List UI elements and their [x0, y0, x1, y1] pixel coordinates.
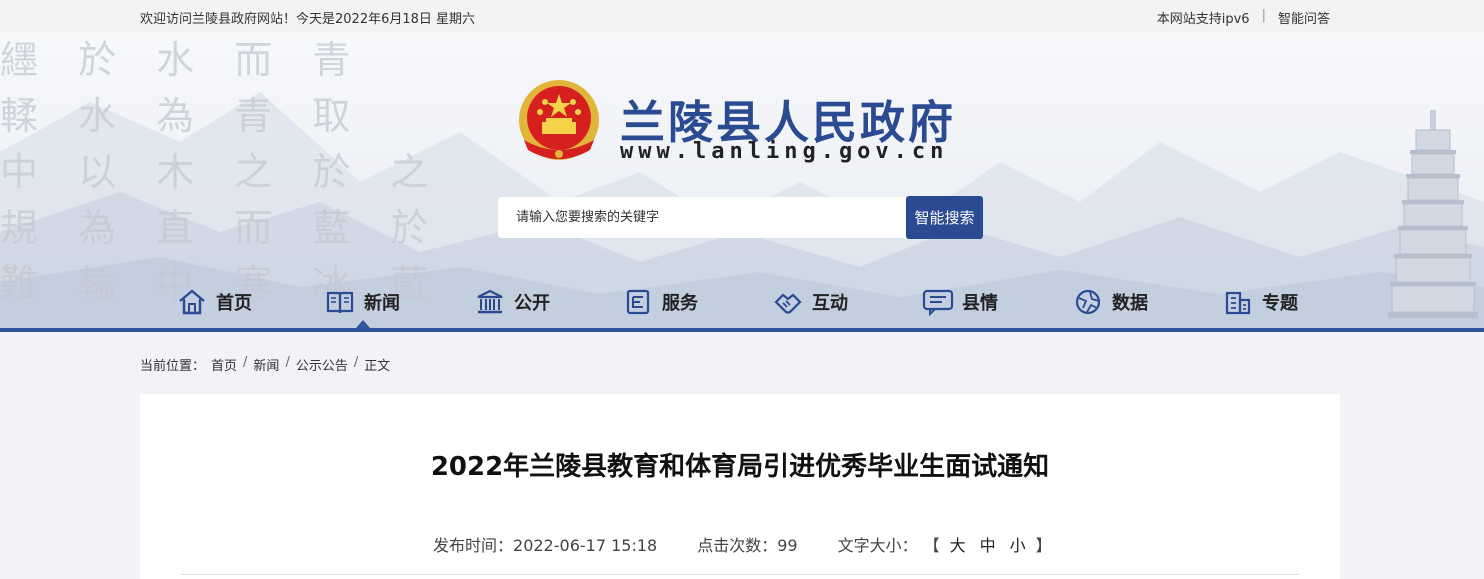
- font-size-control: 文字大小： 【 大 中 小 】: [838, 532, 1052, 556]
- handshake-icon: [772, 286, 804, 318]
- nav-item-county[interactable]: 县情: [922, 280, 998, 324]
- nav-label: 县情: [962, 293, 998, 314]
- national-emblem-icon: [519, 80, 599, 160]
- publish-time: 发布时间：2022-06-17 15:18: [433, 532, 657, 556]
- globe-icon: [1072, 286, 1104, 318]
- article-meta: 发布时间：2022-06-17 15:18 点击次数：99 文字大小： 【 大 …: [433, 532, 1052, 556]
- nav-label: 新闻: [364, 293, 400, 314]
- nav-item-data[interactable]: 数据: [1072, 280, 1148, 324]
- search-input[interactable]: [498, 197, 906, 238]
- article-card: 2022年兰陵县教育和体育局引进优秀毕业生面试通知 发布时间：2022-06-1…: [140, 394, 1340, 579]
- calligraphy-line: 中 以 木 之 於 之: [0, 150, 443, 194]
- breadcrumb-separator: /: [243, 355, 248, 370]
- ipv6-link[interactable]: 本网站支持ipv6: [1157, 8, 1250, 27]
- breadcrumb-separator: /: [353, 355, 359, 370]
- nav-label: 互动: [812, 293, 848, 314]
- nav-label: 数据: [1112, 293, 1148, 314]
- clicks-value: 99: [777, 536, 798, 555]
- book-icon: [324, 286, 356, 318]
- article-divider: [180, 574, 1300, 575]
- nav-item-topics[interactable]: 专题: [1222, 280, 1298, 324]
- nav-item-public[interactable]: 公开: [474, 280, 550, 324]
- top-separator: |: [1261, 8, 1266, 23]
- nav-label: 公开: [514, 293, 550, 314]
- breadcrumb-current: 正文: [364, 359, 391, 374]
- nav-label: 首页: [216, 293, 252, 314]
- welcome-text: 欢迎访问兰陵县政府网站！今天是2022年6月18日 星期六: [140, 12, 476, 27]
- chat-icon: [922, 286, 954, 318]
- main-nav: 首页 新闻 公开 服务 互动 县情 数据 专题: [0, 280, 1484, 328]
- nav-item-interact[interactable]: 互动: [772, 280, 848, 324]
- breadcrumb-label: 当前位置：: [140, 359, 206, 374]
- smart-search-button[interactable]: 智能搜索: [906, 196, 983, 239]
- article-title: 2022年兰陵县教育和体育局引进优秀毕业生面试通知: [430, 452, 1050, 482]
- top-links: 本网站支持ipv6 | 智能问答: [1157, 8, 1330, 27]
- header-banner: 纆 於 水 而 青 輮 水 為 青 取 中 以 木 之 於 之 規 為 直 而 …: [0, 32, 1484, 332]
- calligraphy-line: 規 為 直 而 藍 於: [0, 206, 443, 250]
- service-icon: [622, 286, 654, 318]
- publish-label: 发布时间：: [433, 536, 514, 555]
- header-bottom-line: [0, 328, 1484, 332]
- building-icon: [474, 286, 506, 318]
- breadcrumb-news[interactable]: 新闻: [253, 355, 279, 374]
- breadcrumb-separator: /: [285, 355, 290, 370]
- publish-value: 2022-06-17 15:18: [513, 536, 658, 555]
- calligraphy-line: 纆 於 水 而 青: [0, 38, 365, 82]
- font-size-medium-button[interactable]: 中: [976, 532, 1000, 556]
- bracket-close: 】: [1035, 536, 1052, 555]
- font-size-large-button[interactable]: 大: [946, 532, 970, 556]
- nav-item-home[interactable]: 首页: [176, 280, 252, 324]
- nav-label: 服务: [662, 293, 698, 314]
- city-icon: [1222, 286, 1254, 318]
- font-size-small-button[interactable]: 小: [1006, 532, 1030, 556]
- nav-item-news[interactable]: 新闻: [324, 280, 400, 324]
- smart-qa-link[interactable]: 智能问答: [1278, 8, 1330, 27]
- nav-item-service[interactable]: 服务: [622, 280, 698, 324]
- nav-active-indicator: [356, 320, 370, 328]
- top-bar: 欢迎访问兰陵县政府网站！今天是2022年6月18日 星期六 本网站支持ipv6 …: [0, 0, 1484, 32]
- breadcrumb-announcements[interactable]: 公示公告: [296, 355, 348, 374]
- home-icon: [176, 286, 208, 318]
- bracket-open: 【: [923, 536, 940, 555]
- site-url: www.lanling.gov.cn: [620, 139, 949, 164]
- breadcrumb-home[interactable]: 首页: [211, 355, 237, 374]
- calligraphy-decoration: 纆 於 水 而 青 輮 水 為 青 取 中 以 木 之 於 之 規 為 直 而 …: [0, 32, 443, 306]
- font-size-label: 文字大小：: [837, 536, 918, 555]
- calligraphy-line: 輮 水 為 青 取: [0, 94, 365, 138]
- clicks-label: 点击次数：: [697, 536, 778, 555]
- click-count: 点击次数：99: [697, 532, 797, 556]
- breadcrumb: 当前位置： 首页 / 新闻 / 公示公告 / 正文: [140, 355, 390, 374]
- nav-label: 专题: [1262, 293, 1298, 314]
